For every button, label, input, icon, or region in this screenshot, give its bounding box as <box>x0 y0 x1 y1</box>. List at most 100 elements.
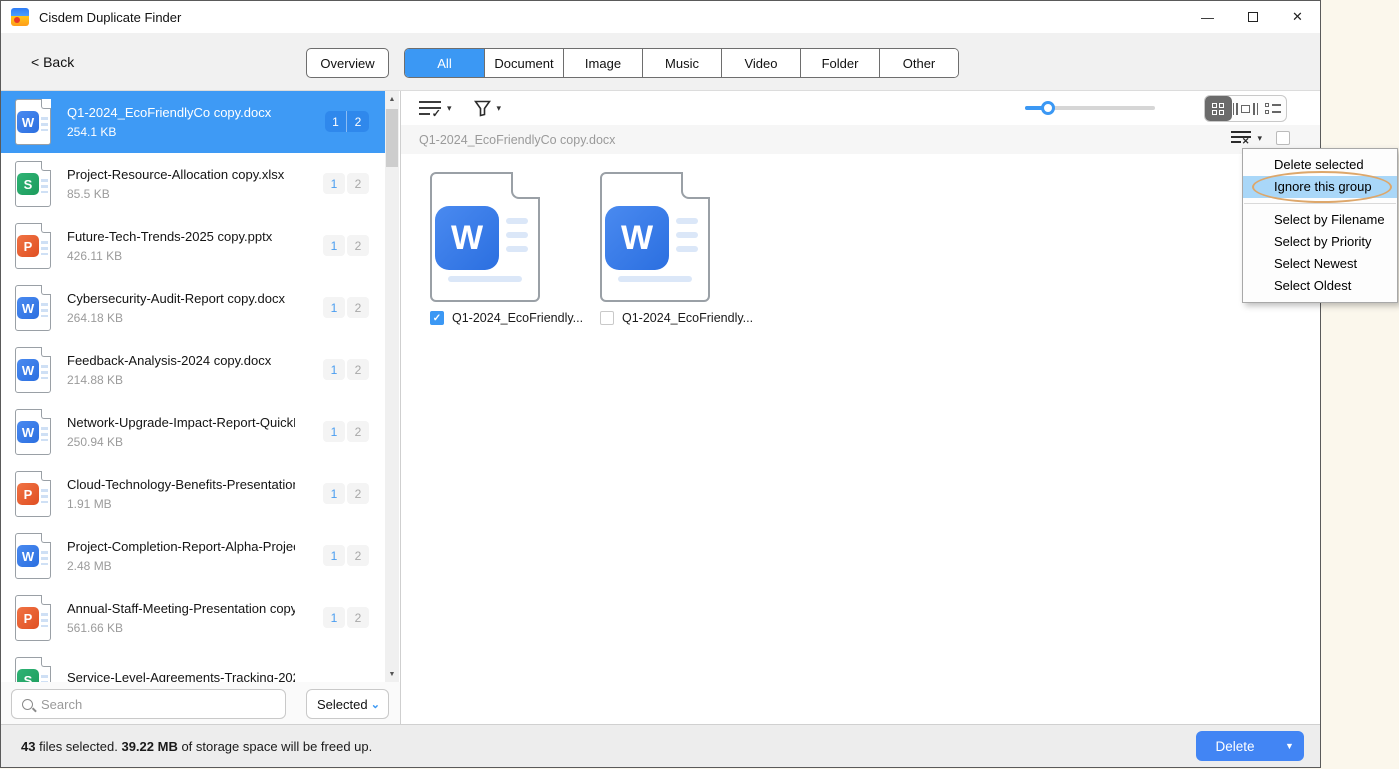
file-label: Q1-2024_EcoFriendly... <box>452 311 583 325</box>
category-tabs: All Document Image Music Video Folder Ot… <box>404 48 959 78</box>
grid-view-button[interactable] <box>1205 96 1232 121</box>
maximize-button[interactable] <box>1230 1 1275 33</box>
group-select-all-checkbox[interactable] <box>1276 131 1290 145</box>
duplicate-count-badges: 12 <box>323 359 369 380</box>
file-checkbox-unchecked[interactable] <box>600 311 614 325</box>
group-row[interactable]: S Service-Level-Agreements-Tracking-2024… <box>1 649 385 682</box>
list-view-icon <box>1265 102 1281 116</box>
close-icon: ✕ <box>1292 9 1303 25</box>
select-options-icon[interactable]: ✓ <box>419 100 441 116</box>
freed-space: 39.22 MB <box>121 739 177 754</box>
sort-caret-icon[interactable]: ▾ <box>447 103 452 114</box>
filter-icon[interactable] <box>474 100 491 117</box>
menu-item-select-newest[interactable]: Select Newest <box>1243 253 1397 275</box>
menu-item-select-by-filename[interactable]: Select by Filename <box>1243 209 1397 231</box>
word-file-icon: W <box>15 533 51 579</box>
group-menu-caret-icon[interactable]: ▾ <box>1257 133 1262 144</box>
word-file-icon: W <box>15 347 51 393</box>
powerpoint-file-icon: P <box>15 223 51 269</box>
excel-file-icon: S <box>15 657 51 682</box>
group-row[interactable]: W Network-Upgrade-Impact-Report-QuickFin… <box>1 401 385 463</box>
scrollbar-thumb[interactable] <box>386 109 398 167</box>
app-window: Cisdem Duplicate Finder — ✕ < Back Overv… <box>0 0 1321 768</box>
menu-separator <box>1244 203 1396 204</box>
menu-item-ignore-this-group[interactable]: Ignore this group <box>1243 176 1397 198</box>
group-row[interactable]: P Annual-Staff-Meeting-Presentation copy… <box>1 587 385 649</box>
compare-view-button[interactable] <box>1232 96 1259 121</box>
menu-item-select-oldest[interactable]: Select Oldest <box>1243 275 1397 297</box>
thumbnail-size-slider[interactable] <box>1025 106 1155 110</box>
filter-caret-icon[interactable]: ▾ <box>497 103 502 114</box>
group-filename: Project-Completion-Report-Alpha-Project … <box>67 539 295 554</box>
word-document-icon: W <box>430 172 540 302</box>
tab-image[interactable]: Image <box>563 49 642 77</box>
group-filename: Cybersecurity-Audit-Report copy.docx <box>67 291 295 306</box>
delete-button[interactable]: Delete ▼ <box>1196 731 1304 761</box>
close-button[interactable]: ✕ <box>1275 1 1320 33</box>
group-select-menu-button[interactable]: ✕ <box>1231 131 1251 145</box>
group-row[interactable]: P Future-Tech-Trends-2025 copy.pptx 426.1… <box>1 215 385 277</box>
view-mode-switcher <box>1204 95 1287 122</box>
tab-document[interactable]: Document <box>484 49 563 77</box>
tab-other[interactable]: Other <box>879 49 958 77</box>
tab-video[interactable]: Video <box>721 49 800 77</box>
duplicate-count-badges: 12 <box>323 545 369 566</box>
group-filename: Cloud-Technology-Benefits-Presentation-2… <box>67 477 295 492</box>
tab-folder[interactable]: Folder <box>800 49 879 77</box>
grid-view-icon <box>1212 103 1224 115</box>
powerpoint-file-icon: P <box>15 471 51 517</box>
word-file-icon: W <box>15 99 51 145</box>
group-filesize: 1.91 MB <box>67 497 295 511</box>
excel-file-icon: S <box>15 161 51 207</box>
menu-item-select-by-priority[interactable]: Select by Priority <box>1243 231 1397 253</box>
maximize-icon <box>1248 12 1258 22</box>
search-icon <box>22 699 33 710</box>
group-filesize: 2.48 MB <box>67 559 295 573</box>
minimize-button[interactable]: — <box>1185 1 1230 33</box>
group-filesize: 426.11 KB <box>67 249 295 263</box>
content-toolbar: ✓ ▾ ▾ <box>401 91 1320 125</box>
file-card[interactable]: W ✓ Q1-2024_EcoFriendly... <box>430 172 546 325</box>
file-card[interactable]: W Q1-2024_EcoFriendly... <box>600 172 716 325</box>
group-row[interactable]: W Q1-2024_EcoFriendlyCo copy.docx254.1 K… <box>1 91 385 153</box>
word-file-icon: W <box>15 409 51 455</box>
chevron-down-icon: ⌄ <box>371 698 380 711</box>
group-filename: Service-Level-Agreements-Tracking-2024 c… <box>67 670 295 682</box>
group-filesize: 561.66 KB <box>67 621 295 635</box>
group-filename: Project-Resource-Allocation copy.xlsx <box>67 167 295 182</box>
group-context-menu: Delete selected Ignore this group Select… <box>1242 148 1398 303</box>
group-filename: Future-Tech-Trends-2025 copy.pptx <box>67 229 295 244</box>
list-view-button[interactable] <box>1259 96 1286 121</box>
duplicate-groups-sidebar: W Q1-2024_EcoFriendlyCo copy.docx254.1 K… <box>1 91 401 726</box>
group-row[interactable]: S Project-Resource-Allocation copy.xlsx8… <box>1 153 385 215</box>
slider-thumb[interactable] <box>1041 101 1055 115</box>
back-button[interactable]: < Back <box>31 54 74 70</box>
group-filesize: 214.88 KB <box>67 373 295 387</box>
scroll-down-icon[interactable]: ▼ <box>385 667 399 681</box>
content-panel: ✓ ▾ ▾ <box>401 91 1320 726</box>
group-row[interactable]: W Project-Completion-Report-Alpha-Projec… <box>1 525 385 587</box>
group-filename: Q1-2024_EcoFriendlyCo copy.docx <box>67 105 295 120</box>
sidebar-scrollbar[interactable]: ▲ ▼ <box>385 91 399 682</box>
group-filename: Feedback-Analysis-2024 copy.docx <box>67 353 295 368</box>
menu-item-delete-selected[interactable]: Delete selected <box>1243 154 1397 176</box>
group-header: Q1-2024_EcoFriendlyCo copy.docx ✕ ▾ <box>401 125 1320 154</box>
group-row[interactable]: W Cybersecurity-Audit-Report copy.docx26… <box>1 277 385 339</box>
tab-all[interactable]: All <box>405 49 484 77</box>
selected-filter-dropdown[interactable]: Selected ⌄ <box>306 689 389 719</box>
file-checkbox-checked[interactable]: ✓ <box>430 311 444 325</box>
duplicate-count-badges: 12 <box>323 483 369 504</box>
duplicate-count-badges: 12 <box>323 607 369 628</box>
delete-dropdown-icon[interactable]: ▼ <box>1274 741 1304 751</box>
search-input[interactable]: Search <box>11 689 286 719</box>
overview-button[interactable]: Overview <box>306 48 389 78</box>
title-bar: Cisdem Duplicate Finder — ✕ <box>1 1 1320 33</box>
duplicate-count-badges: 12 <box>323 297 369 318</box>
scroll-up-icon[interactable]: ▲ <box>385 92 399 106</box>
duplicate-files-area: W ✓ Q1-2024_EcoFriendly... W <box>401 154 1320 726</box>
tab-music[interactable]: Music <box>642 49 721 77</box>
group-row[interactable]: W Feedback-Analysis-2024 copy.docx 214.88… <box>1 339 385 401</box>
duplicate-count-badges: 12 <box>325 111 369 132</box>
app-icon <box>11 8 29 26</box>
group-row[interactable]: P Cloud-Technology-Benefits-Presentation… <box>1 463 385 525</box>
